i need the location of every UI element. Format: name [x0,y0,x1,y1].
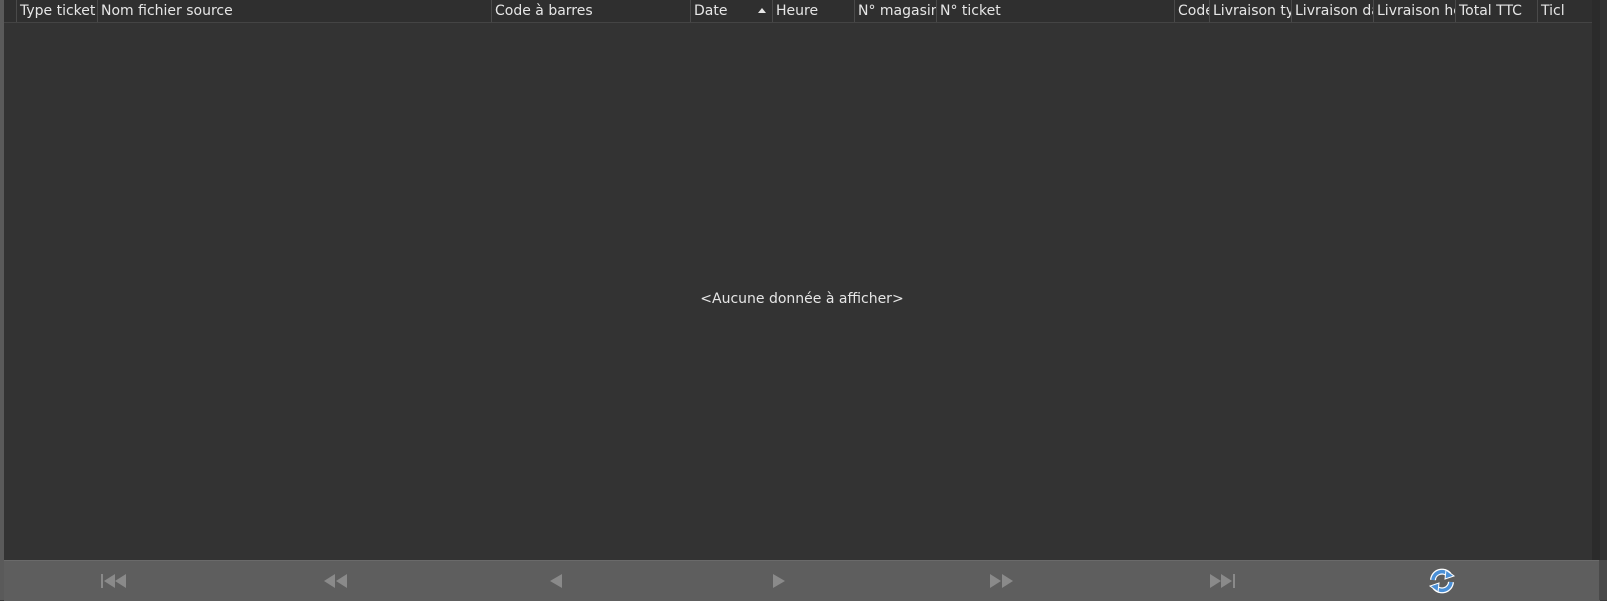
column-header-livraison-date[interactable]: Livraison da [1291,0,1373,22]
record-navigator [4,560,1600,601]
data-grid: Type ticket Nom fichier source Code à ba… [4,0,1600,560]
column-header-date[interactable]: Date [690,0,772,22]
column-header-code-a-barres[interactable]: Code à barres [491,0,690,22]
column-header-type-ticket[interactable]: Type ticket [16,0,97,22]
previous-page-icon [324,574,347,588]
column-header-nom-fichier-source[interactable]: Nom fichier source [97,0,491,22]
column-header-code[interactable]: Code [1174,0,1209,22]
column-header-livraison-type[interactable]: Livraison typ [1209,0,1291,22]
column-header-n-ticket[interactable]: N° ticket [936,0,1174,22]
next-page-icon [990,574,1013,588]
previous-record-icon [550,574,562,588]
next-page-button[interactable] [981,569,1021,593]
previous-page-button[interactable] [316,569,356,593]
previous-record-button[interactable] [536,569,576,593]
column-header-ticket-truncated[interactable]: Ticl [1537,0,1592,22]
empty-message: <Aucune donnée à afficher> [700,291,904,307]
next-record-button[interactable] [759,569,799,593]
grid-window: Type ticket Nom fichier source Code à ba… [0,0,1607,601]
next-record-icon [773,574,785,588]
column-header-heure[interactable]: Heure [772,0,854,22]
grid-header: Type ticket Nom fichier source Code à ba… [4,0,1600,23]
refresh-button[interactable] [1422,568,1462,594]
sort-ascending-icon [758,8,766,13]
last-page-button[interactable] [1202,569,1242,593]
navbar-right-edge [1599,560,1607,600]
row-indicator-header [4,0,16,22]
column-header-n-magasin[interactable]: N° magasin [854,0,936,22]
first-page-button[interactable] [94,569,134,593]
vertical-scrollbar[interactable] [1592,0,1600,560]
grid-body: <Aucune donnée à afficher> [4,23,1600,560]
column-header-total-ttc[interactable]: Total TTC [1455,0,1537,22]
column-header-livraison-heure[interactable]: Livraison he [1373,0,1455,22]
refresh-icon [1428,568,1456,594]
last-page-icon [1210,574,1235,588]
first-page-icon [101,574,126,588]
